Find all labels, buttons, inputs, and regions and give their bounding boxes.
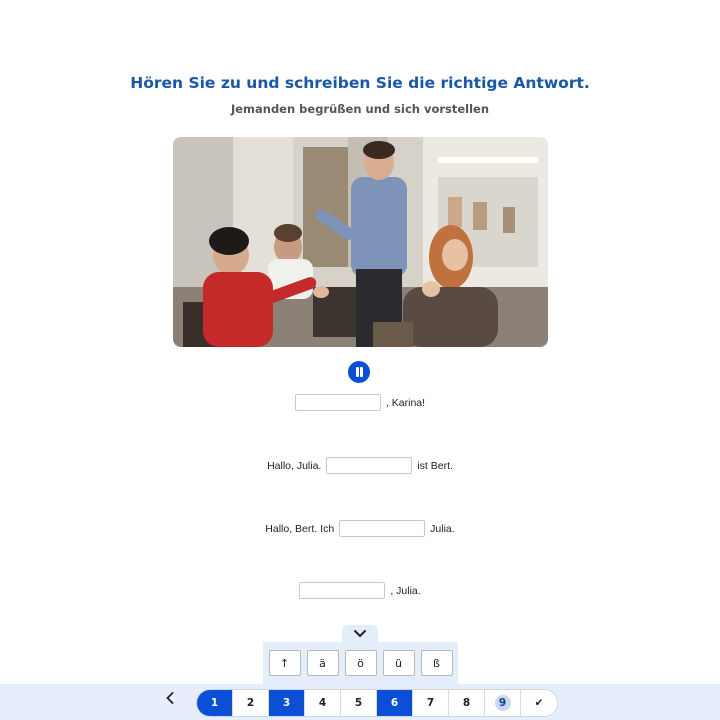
answer-input-2[interactable]	[326, 457, 413, 474]
page-9-current[interactable]: 9	[485, 690, 521, 716]
special-characters-keyboard: ↑ ä ö ü ß	[263, 642, 458, 684]
page-subtitle: Jemanden begrüßen und sich vorstellen	[230, 102, 490, 116]
exercise-line-3: Hallo, Bert. Ich Julia.	[0, 520, 720, 537]
line-4-after: , Julia.	[390, 584, 421, 597]
page-6[interactable]: 6	[377, 690, 413, 716]
page-title: Hören Sie zu und schreiben Sie die richt…	[130, 74, 590, 92]
pause-icon	[355, 367, 359, 377]
page-4[interactable]: 4	[305, 690, 341, 716]
page-5[interactable]: 5	[341, 690, 377, 716]
key-u-umlaut[interactable]: ü	[382, 650, 415, 676]
page-2[interactable]: 2	[233, 690, 269, 716]
exercise-line-2: Hallo, Julia. ist Bert.	[0, 457, 720, 474]
page-7[interactable]: 7	[413, 690, 449, 716]
key-eszett[interactable]: ß	[420, 650, 453, 676]
key-o-umlaut[interactable]: ö	[344, 650, 377, 676]
page-3[interactable]: 3	[269, 690, 305, 716]
check-button[interactable]: ✔	[521, 690, 557, 716]
pause-button[interactable]	[348, 361, 370, 383]
line-3-after: Julia.	[430, 522, 455, 535]
exercise-pagination: 1 2 3 4 5 6 7 8 9 ✔	[196, 689, 558, 717]
dialogue-photo	[173, 137, 548, 347]
answer-input-1[interactable]	[294, 394, 381, 411]
checkmark-icon: ✔	[534, 697, 544, 709]
key-a-umlaut[interactable]: ä	[306, 650, 339, 676]
answer-input-4[interactable]	[299, 582, 386, 599]
page-8[interactable]: 8	[449, 690, 485, 716]
chevron-left-icon	[166, 692, 174, 704]
line-1-after: , Karina!	[385, 396, 426, 409]
exercise-line-1: , Karina!	[0, 394, 720, 411]
answer-input-3[interactable]	[339, 520, 426, 537]
exercise-line-4: , Julia.	[0, 582, 720, 599]
line-2-before: Hallo, Julia.	[267, 459, 322, 472]
line-3-before: Hallo, Bert. Ich	[265, 522, 335, 535]
page-9-label: 9	[494, 695, 511, 711]
chevron-down-icon	[354, 630, 366, 638]
page-1[interactable]: 1	[197, 690, 233, 716]
key-shift[interactable]: ↑	[268, 650, 301, 676]
keyboard-collapse-button[interactable]	[342, 625, 378, 643]
line-2-after: ist Bert.	[417, 459, 453, 472]
back-button[interactable]	[162, 689, 178, 707]
